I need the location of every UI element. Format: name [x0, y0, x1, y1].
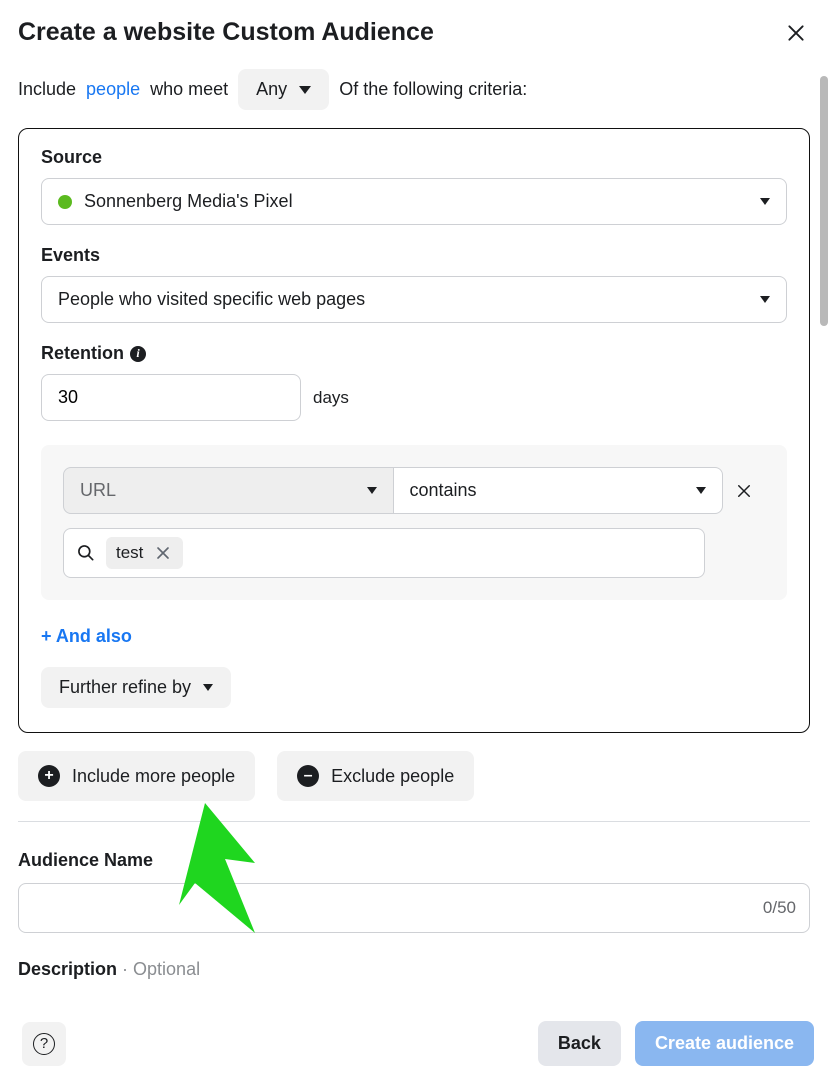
events-value: People who visited specific web pages	[58, 289, 365, 310]
rule-field-select[interactable]: URL	[63, 467, 394, 514]
audience-name-label: Audience Name	[18, 850, 810, 871]
url-rule-card: URL contains test	[41, 445, 787, 600]
retention-unit: days	[313, 388, 349, 408]
footer-bar: ? Back Create audience	[0, 1009, 828, 1080]
create-audience-button[interactable]: Create audience	[635, 1021, 814, 1066]
include-more-label: Include more people	[72, 766, 235, 787]
scrollbar[interactable]	[820, 76, 828, 326]
char-counter: 0/50	[763, 898, 796, 918]
any-dropdown[interactable]: Any	[238, 69, 329, 110]
further-refine-dropdown[interactable]: Further refine by	[41, 667, 231, 708]
description-label: Description	[18, 959, 117, 979]
refine-label: Further refine by	[59, 677, 191, 698]
help-button[interactable]: ?	[22, 1022, 66, 1066]
divider	[18, 821, 810, 822]
chevron-down-icon	[299, 86, 311, 94]
include-text: Include	[18, 79, 76, 100]
optional-text: Optional	[133, 959, 200, 979]
rule-operator-value: contains	[410, 480, 477, 501]
chevron-down-icon	[760, 198, 770, 205]
source-select[interactable]: Sonnenberg Media's Pixel	[41, 178, 787, 225]
description-label-row: Description · Optional	[18, 959, 810, 980]
close-icon	[786, 23, 806, 43]
retention-label: Retention i	[41, 343, 787, 364]
remove-rule-button[interactable]	[723, 467, 765, 514]
who-meet-text: who meet	[150, 79, 228, 100]
page-title: Create a website Custom Audience	[18, 18, 434, 47]
back-button[interactable]: Back	[538, 1021, 621, 1066]
events-select[interactable]: People who visited specific web pages	[41, 276, 787, 323]
chip-text: test	[116, 543, 143, 563]
rule-operator-select[interactable]: contains	[394, 467, 724, 514]
value-chip: test	[106, 537, 183, 569]
of-following-text: Of the following criteria:	[339, 79, 527, 100]
description-sep: ·	[117, 959, 133, 979]
any-label: Any	[256, 79, 287, 100]
chevron-down-icon	[367, 487, 377, 494]
chevron-down-icon	[696, 487, 706, 494]
exclude-label: Exclude people	[331, 766, 454, 787]
help-icon: ?	[33, 1033, 55, 1055]
search-icon	[76, 543, 96, 563]
remove-chip-button[interactable]	[153, 543, 173, 563]
retention-input[interactable]	[41, 374, 301, 421]
people-link[interactable]: people	[86, 79, 140, 100]
source-value: Sonnenberg Media's Pixel	[84, 191, 293, 212]
close-icon	[153, 543, 173, 563]
criteria-sentence: Include people who meet Any Of the follo…	[0, 57, 828, 128]
and-also-link[interactable]: + And also	[41, 626, 787, 647]
criteria-panel: Source Sonnenberg Media's Pixel Events P…	[18, 128, 810, 733]
active-dot-icon	[58, 195, 72, 209]
close-button[interactable]	[784, 21, 808, 45]
source-label: Source	[41, 147, 787, 168]
info-icon[interactable]: i	[130, 346, 146, 362]
close-icon	[735, 482, 753, 500]
audience-name-input[interactable]	[18, 883, 810, 933]
include-more-people-button[interactable]: + Include more people	[18, 751, 255, 801]
events-label: Events	[41, 245, 787, 266]
retention-label-text: Retention	[41, 343, 124, 364]
plus-circle-icon: +	[38, 765, 60, 787]
exclude-people-button[interactable]: – Exclude people	[277, 751, 474, 801]
chevron-down-icon	[760, 296, 770, 303]
chevron-down-icon	[203, 684, 213, 691]
rule-field-value: URL	[80, 480, 116, 501]
minus-circle-icon: –	[297, 765, 319, 787]
rule-value-input[interactable]: test	[63, 528, 705, 578]
